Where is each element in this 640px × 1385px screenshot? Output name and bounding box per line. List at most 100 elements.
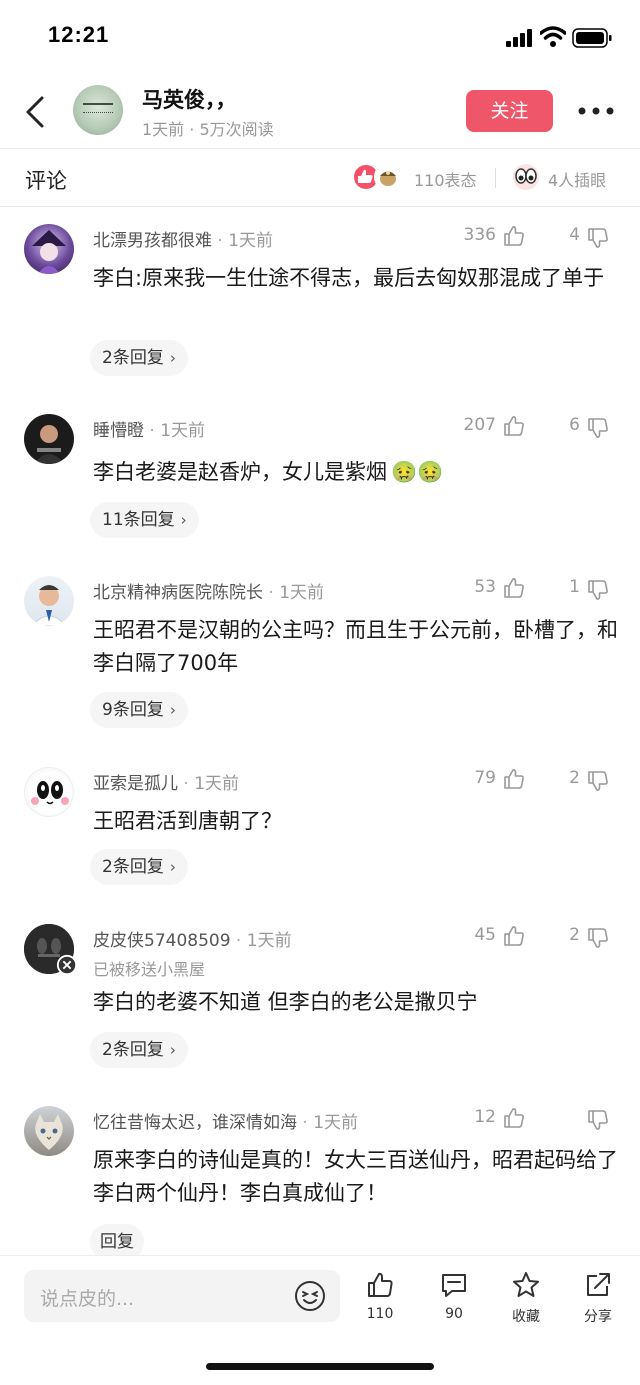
chevron-right-icon: ›: [169, 349, 176, 367]
dislike-button[interactable]: 6: [548, 414, 612, 440]
thumbs-up-icon: [368, 1272, 393, 1297]
username[interactable]: 皮皮侠57408509: [93, 931, 231, 951]
replies-button[interactable]: 2条回复 ›: [90, 340, 188, 376]
divider: [495, 168, 496, 188]
replies-label: 9条回复: [102, 700, 164, 720]
comment-username[interactable]: 皮皮侠57408509 · 1天前: [93, 926, 292, 951]
home-indicator[interactable]: [206, 1363, 434, 1370]
reaction-icons[interactable]: [352, 161, 408, 193]
thumbs-up-icon: [504, 769, 524, 789]
like-button[interactable]: 207: [448, 414, 528, 440]
username[interactable]: 北京精神病医院陈院长: [93, 583, 263, 603]
emoji-icon[interactable]: [294, 1280, 326, 1312]
dislike-count: 2: [569, 768, 580, 788]
comment-input[interactable]: 说点皮的...: [24, 1270, 340, 1322]
avatar[interactable]: [24, 767, 74, 817]
avatar[interactable]: [24, 414, 74, 464]
thumbs-down-icon: [588, 928, 608, 948]
article-header: 马英俊，， 1天前 · 5万次阅读 关注: [0, 76, 640, 148]
separator-dot: ·: [230, 931, 247, 951]
battery-icon: [572, 28, 612, 48]
like-count: 79: [474, 768, 496, 788]
username[interactable]: 亚索是孤儿: [93, 774, 178, 794]
chevron-right-icon: ›: [169, 1041, 176, 1059]
separator-dot: ·: [297, 1113, 314, 1133]
like-count: 207: [463, 415, 496, 435]
divider: [0, 206, 640, 207]
dislike-button[interactable]: 4: [548, 224, 612, 250]
avatar[interactable]: [24, 224, 74, 274]
username[interactable]: 北漂男孩都很难: [93, 231, 212, 251]
replies-label: 2条回复: [102, 857, 164, 877]
comment-time: 1天前: [313, 1113, 359, 1133]
chevron-right-icon: ›: [169, 701, 176, 719]
like-count: 53: [474, 577, 496, 597]
like-button[interactable]: 53: [448, 576, 528, 602]
thumbs-down-icon: [588, 228, 608, 248]
soldier-reaction-icon: [374, 163, 402, 191]
avatar[interactable]: [24, 1106, 74, 1156]
username[interactable]: 睡懵瞪: [93, 421, 144, 441]
thumbs-up-icon: [504, 416, 524, 436]
thumbs-up-icon: [504, 926, 524, 946]
insert-count[interactable]: 4人插眼: [548, 167, 606, 191]
replies-label: 2条回复: [102, 1040, 164, 1060]
like-button[interactable]: 79: [448, 767, 528, 793]
dislike-button[interactable]: 2: [548, 924, 612, 950]
banned-badge-icon: [56, 954, 78, 976]
comment-input-placeholder: 说点皮的...: [40, 1288, 135, 1310]
comment-username[interactable]: 睡懵瞪 · 1天前: [93, 416, 205, 441]
reactions-count[interactable]: 110表态: [414, 167, 477, 191]
follow-button[interactable]: 关注: [466, 90, 553, 132]
comment-icon: [442, 1274, 466, 1297]
share-icon: [587, 1273, 610, 1296]
dislike-count: 4: [569, 225, 580, 245]
share-button[interactable]: 分享: [570, 1270, 626, 1334]
like-count: 45: [474, 925, 496, 945]
dislike-button[interactable]: 2: [548, 767, 612, 793]
comment-text: 王昭君活到唐朝了？: [93, 809, 282, 833]
comment-username[interactable]: 北漂男孩都很难 · 1天前: [93, 226, 273, 251]
like-count: 336: [463, 225, 496, 245]
like-button[interactable]: 336: [448, 224, 528, 250]
dislike-count: 2: [569, 925, 580, 945]
username[interactable]: 忆往昔悔太迟，谁深情如海: [93, 1113, 297, 1133]
comment-time: 1天前: [246, 931, 292, 951]
comment-username[interactable]: 北京精神病医院陈院长 · 1天前: [93, 578, 324, 603]
comment-text: 李白的老婆不知道 但李白的老公是撒贝宁: [93, 990, 478, 1014]
dislike-button[interactable]: [548, 1106, 612, 1132]
replies-button[interactable]: 9条回复 ›: [90, 692, 188, 728]
like-article-count: 110: [366, 1306, 394, 1322]
share-label: 分享: [584, 1309, 612, 1325]
thumbs-down-icon: [588, 580, 608, 600]
dislike-button[interactable]: 1: [548, 576, 612, 602]
status-bar: 12:21: [0, 0, 640, 76]
author-avatar[interactable]: [73, 85, 123, 135]
replies-button[interactable]: 11条回复 ›: [90, 502, 199, 538]
eyes-icon[interactable]: [511, 163, 541, 191]
favorite-button[interactable]: 收藏: [498, 1270, 554, 1334]
chevron-right-icon: ›: [169, 858, 176, 876]
separator-dot: ·: [178, 774, 195, 794]
comment-username[interactable]: 亚索是孤儿 · 1天前: [93, 769, 239, 794]
comments-title: 评论: [25, 169, 67, 193]
replies-button[interactable]: 2条回复 ›: [90, 1032, 188, 1068]
like-count: 12: [474, 1107, 496, 1127]
user-status: 已被移送小黑屋: [93, 960, 206, 979]
back-arrow-icon[interactable]: [20, 92, 50, 132]
avatar[interactable]: [24, 576, 74, 626]
avatar[interactable]: [24, 924, 78, 976]
more-options-icon[interactable]: [578, 106, 614, 116]
comments-button[interactable]: 90: [426, 1270, 482, 1334]
like-button[interactable]: 45: [448, 924, 528, 950]
comment-username[interactable]: 忆往昔悔太迟，谁深情如海 · 1天前: [93, 1108, 358, 1133]
like-article-button[interactable]: 110: [352, 1270, 408, 1334]
replies-button[interactable]: 2条回复 ›: [90, 849, 188, 885]
comment-text: 原来李白的诗仙是真的！女大三百送仙丹，昭君起码给了李白两个仙丹！李白真成仙了！: [93, 1148, 618, 1205]
status-time: 12:21: [48, 22, 110, 47]
comment-text: 王昭君不是汉朝的公主吗？而且生于公元前，卧槽了，和李白隔了700年: [93, 618, 618, 675]
wifi-icon: [540, 26, 566, 47]
author-name[interactable]: 马英俊，，: [142, 84, 237, 114]
like-button[interactable]: 12: [448, 1106, 528, 1132]
comment-time: 1天前: [160, 421, 206, 441]
